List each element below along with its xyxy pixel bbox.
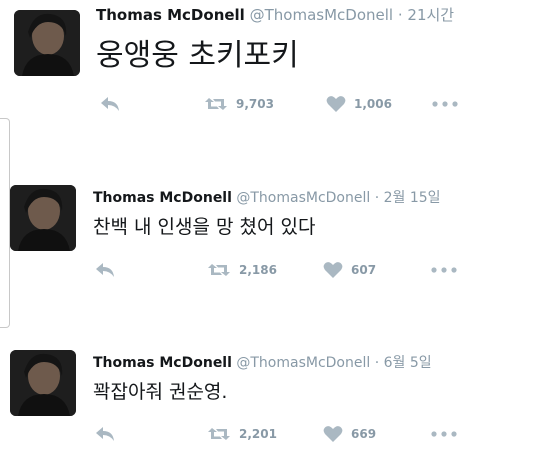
- tweet[interactable]: Thomas McDonell @ThomasMcDonell · 21시간 웅…: [0, 0, 540, 120]
- more-icon: [431, 431, 457, 437]
- retweet-icon: [208, 428, 230, 440]
- retweet-button[interactable]: 9,703: [204, 92, 274, 116]
- display-name[interactable]: Thomas McDonell: [96, 6, 245, 24]
- retweet-count: 9,703: [236, 97, 274, 111]
- avatar[interactable]: [10, 185, 76, 251]
- reply-icon: [96, 427, 114, 441]
- heart-icon: [323, 262, 343, 278]
- profile-photo: [10, 350, 76, 416]
- like-button[interactable]: 607: [323, 258, 376, 282]
- handle[interactable]: @ThomasMcDonell: [236, 355, 370, 371]
- like-count: 669: [351, 427, 377, 441]
- more-icon: [431, 267, 457, 273]
- separator: ·: [397, 6, 403, 24]
- tweet-text: 꽉잡아줘 권순영.: [93, 381, 228, 403]
- handle[interactable]: @ThomasMcDonell: [236, 190, 370, 206]
- avatar[interactable]: [10, 350, 76, 416]
- timestamp[interactable]: 6월 5일: [384, 355, 432, 371]
- tweet-text: 찬백 내 인생을 망 쳤어 있다: [93, 216, 316, 238]
- reply-button[interactable]: [95, 422, 115, 446]
- more-button[interactable]: [431, 258, 457, 282]
- display-name[interactable]: Thomas McDonell: [93, 190, 232, 206]
- tweet[interactable]: Thomas McDonell @ThomasMcDonell · 2월 15일…: [0, 175, 540, 295]
- retweet-icon: [205, 98, 227, 110]
- more-icon: [432, 101, 458, 107]
- more-button[interactable]: [431, 422, 457, 446]
- reply-icon: [101, 97, 119, 111]
- profile-photo: [10, 185, 76, 251]
- retweet-count: 2,201: [239, 427, 277, 441]
- reply-icon: [96, 263, 114, 277]
- retweet-count: 2,186: [239, 263, 277, 277]
- timestamp[interactable]: 2월 15일: [384, 190, 441, 206]
- separator: ·: [374, 355, 380, 371]
- profile-photo: [14, 10, 80, 76]
- like-count: 1,006: [354, 97, 392, 111]
- like-button[interactable]: 669: [323, 422, 376, 446]
- tweet-text: 웅앵웅 초키포키: [96, 38, 299, 73]
- reply-button[interactable]: [95, 258, 115, 282]
- tweet-actions: 2,201 669: [95, 422, 495, 446]
- retweet-button[interactable]: 2,201: [207, 422, 277, 446]
- tweet-actions: 2,186 607: [95, 258, 495, 282]
- more-button[interactable]: [432, 92, 458, 116]
- like-count: 607: [351, 263, 377, 277]
- handle[interactable]: @ThomasMcDonell: [250, 6, 393, 24]
- tweet-actions: 9,703 1,006: [100, 92, 500, 116]
- retweet-icon: [208, 264, 230, 276]
- avatar[interactable]: [14, 10, 80, 76]
- heart-icon: [326, 96, 346, 112]
- separator: ·: [374, 190, 380, 206]
- retweet-button[interactable]: 2,186: [207, 258, 277, 282]
- tweet[interactable]: Thomas McDonell @ThomasMcDonell · 6월 5일 …: [0, 340, 540, 449]
- like-button[interactable]: 1,006: [326, 92, 392, 116]
- display-name[interactable]: Thomas McDonell: [93, 355, 232, 371]
- heart-icon: [323, 426, 343, 442]
- reply-button[interactable]: [100, 92, 120, 116]
- timestamp[interactable]: 21시간: [407, 6, 454, 24]
